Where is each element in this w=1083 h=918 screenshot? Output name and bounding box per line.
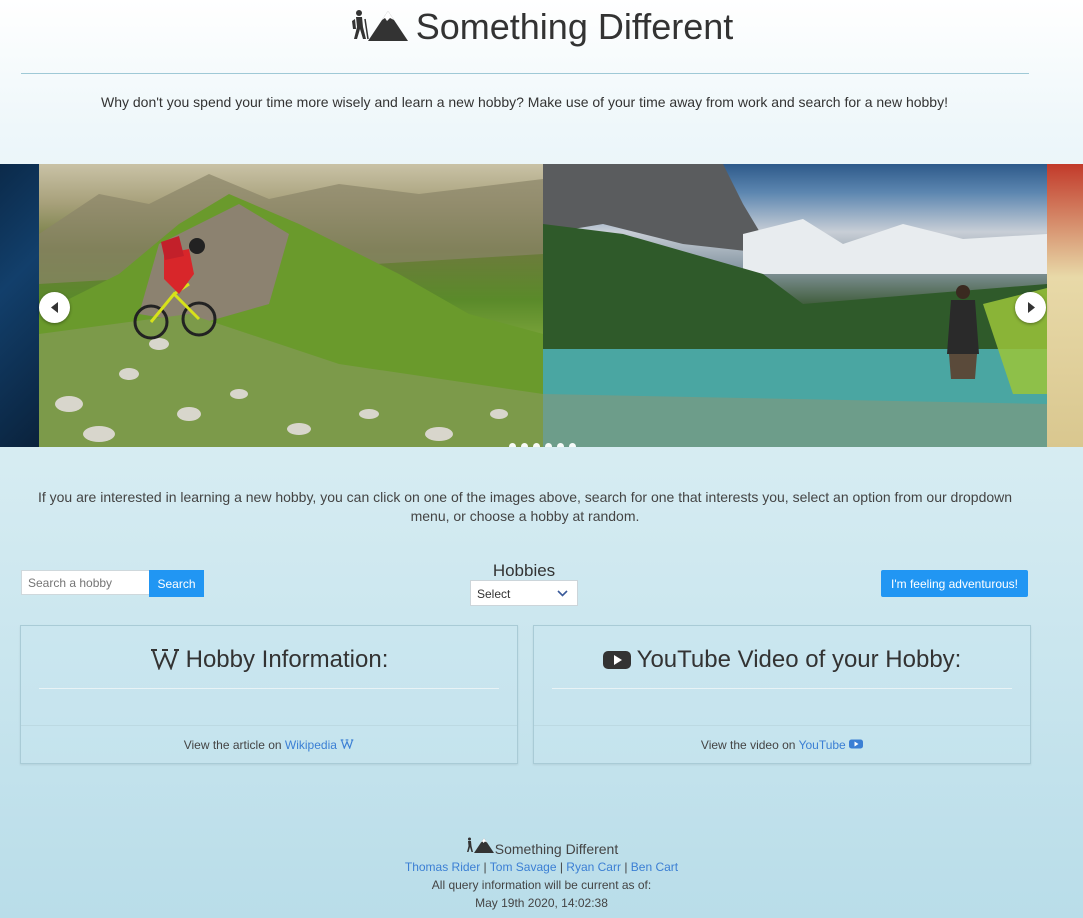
footer-title: Something Different — [0, 836, 1083, 858]
author-link[interactable]: Ben Cart — [631, 860, 678, 874]
chevron-right-icon — [1027, 302, 1035, 313]
wikipedia-icon[interactable] — [340, 739, 354, 750]
youtube-card-title: YouTube Video of your Hobby: — [534, 646, 1030, 674]
author-link[interactable]: Tom Savage — [490, 860, 557, 874]
footer-title-text: Something Different — [494, 841, 619, 857]
instructions-text: If you are interested in learning a new … — [37, 489, 1013, 524]
search-input[interactable] — [21, 570, 153, 595]
carousel-indicator[interactable] — [569, 443, 576, 447]
fishing-lake-image — [543, 164, 1047, 447]
wikipedia-link[interactable]: Wikipedia — [285, 738, 337, 752]
wiki-card-title-text: Hobby Information: — [185, 646, 389, 673]
hobbies-label: Hobbies — [492, 561, 556, 580]
site-footer: Something Different Thomas Rider | Tom S… — [0, 836, 1083, 912]
carousel-indicator[interactable] — [509, 443, 516, 447]
carousel-indicator[interactable] — [533, 443, 540, 447]
carousel-indicators — [509, 437, 581, 447]
carousel-indicator[interactable] — [557, 443, 564, 447]
header-divider — [21, 73, 1029, 74]
wiki-card-footer: View the article on Wikipedia — [21, 725, 517, 764]
footer-notice: All query information will be current as… — [431, 878, 652, 892]
wiki-footer-prefix: View the article on — [183, 738, 285, 752]
carousel-indicator[interactable] — [545, 443, 552, 447]
image-carousel[interactable] — [0, 164, 1083, 447]
carousel-slide-partial-left[interactable] — [0, 164, 39, 447]
author-link[interactable]: Thomas Rider — [405, 860, 480, 874]
hiker-mountain-icon — [466, 837, 494, 853]
carousel-prev-button[interactable] — [39, 292, 70, 323]
youtube-card-divider — [552, 688, 1012, 689]
footer-authors: Thomas Rider | Tom Savage | Ryan Carr | … — [404, 860, 679, 874]
carousel-indicator[interactable] — [521, 443, 528, 447]
wiki-card-divider — [39, 688, 499, 689]
youtube-icon — [602, 651, 631, 669]
random-hobby-button[interactable]: I'm feeling adventurous! — [881, 570, 1028, 597]
carousel-slide-partial-right[interactable] — [1047, 164, 1083, 447]
wiki-card: Hobby Information: View the article on W… — [20, 625, 518, 764]
chevron-down-icon — [557, 590, 568, 597]
hobbies-select[interactable]: Select — [470, 580, 578, 606]
wikipedia-icon — [150, 649, 179, 671]
youtube-footer-prefix: View the video on — [700, 738, 799, 752]
mountain-biking-image — [39, 174, 543, 447]
hiker-mountain-icon — [351, 10, 408, 41]
search-form: Search — [21, 570, 204, 597]
youtube-icon[interactable] — [849, 739, 864, 749]
author-link[interactable]: Ryan Carr — [566, 860, 621, 874]
site-title-text: Something Different — [415, 6, 734, 47]
carousel-next-button[interactable] — [1015, 292, 1046, 323]
hobbies-select-value: Select — [477, 587, 511, 601]
youtube-card-title-text: YouTube Video of your Hobby: — [636, 646, 962, 673]
youtube-link[interactable]: YouTube — [799, 738, 846, 752]
intro-text: Why don't you spend your time more wisel… — [101, 94, 948, 110]
wiki-card-title: Hobby Information: — [21, 646, 517, 674]
youtube-card: YouTube Video of your Hobby: View the vi… — [533, 625, 1031, 764]
carousel-slide-mountain-biking[interactable] — [39, 164, 543, 447]
site-title: Something Different — [0, 6, 1083, 48]
search-button[interactable]: Search — [149, 570, 204, 597]
carousel-slide-fishing[interactable] — [543, 164, 1047, 447]
footer-timestamp: May 19th 2020, 14:02:38 — [475, 896, 608, 910]
chevron-left-icon — [50, 302, 58, 313]
youtube-card-footer: View the video on YouTube — [534, 725, 1030, 764]
